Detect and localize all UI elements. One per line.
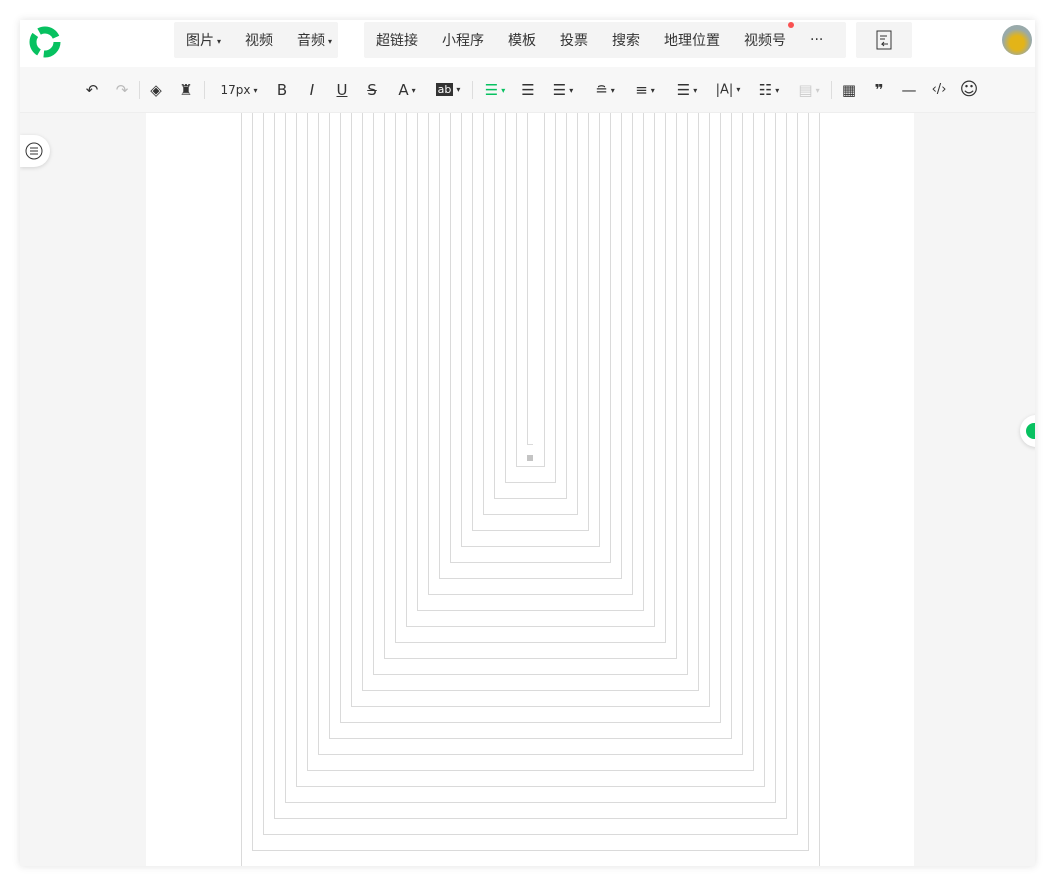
nav-audio[interactable]: 音频 (285, 30, 344, 50)
nav-hyperlink[interactable]: 超链接 (364, 30, 430, 50)
spacing-after-icon[interactable]: ≡ (630, 79, 660, 101)
spacing-before-icon[interactable]: ≘ (590, 79, 620, 101)
nested-block (439, 113, 622, 579)
bold-button[interactable]: B (272, 79, 292, 101)
editor-window: 图片 视频 音频 超链接 小程序 模板 投票 搜索 地理位置 视频号 ··· ↶… (20, 20, 1035, 866)
import-button[interactable] (856, 22, 912, 58)
more-button[interactable]: ··· (798, 32, 835, 48)
code-button[interactable]: ‹/› (926, 79, 952, 101)
justify-icon[interactable]: ☰ (548, 79, 578, 101)
redo-button[interactable]: ↷ (112, 79, 132, 101)
innermost-block (527, 113, 533, 445)
nested-block (263, 113, 798, 835)
nav-vote[interactable]: 投票 (548, 30, 600, 50)
emoji-button[interactable]: ☺ (958, 79, 980, 101)
nested-block (373, 113, 688, 675)
nested-block (461, 113, 600, 547)
font-color-button[interactable]: A (392, 79, 422, 101)
format-painter-icon[interactable]: ♜ (176, 79, 196, 101)
nested-content (241, 113, 820, 866)
nested-block (362, 113, 699, 691)
underline-button[interactable]: U (332, 79, 352, 101)
nested-block (450, 113, 611, 563)
table-button[interactable]: ▦ (838, 79, 860, 101)
nested-block (505, 113, 556, 483)
nested-block (329, 113, 732, 739)
align-center-button[interactable]: ☰ (480, 79, 510, 101)
assistant-toggle[interactable] (1020, 415, 1035, 447)
nested-block (296, 113, 765, 787)
quote-button[interactable]: ❞ (868, 79, 890, 101)
nav-channels[interactable]: 视频号 (732, 22, 798, 50)
nav-video[interactable]: 视频 (233, 30, 285, 50)
divider-button[interactable]: — (898, 79, 920, 101)
line-height-icon[interactable]: ☰ (672, 79, 702, 101)
logo-icon (29, 26, 61, 58)
nav-search[interactable]: 搜索 (600, 30, 652, 50)
undo-button[interactable]: ↶ (82, 79, 102, 101)
list-circle-icon (25, 142, 43, 160)
nested-block (483, 113, 578, 515)
bg-color-button[interactable]: ab (435, 83, 454, 96)
media-group: 图片 视频 音频 (174, 22, 338, 58)
indent-icon[interactable]: ☰ (518, 79, 538, 101)
badge-dot (788, 22, 794, 28)
nested-block (516, 113, 545, 467)
avatar[interactable] (1002, 25, 1032, 55)
float-icon[interactable]: ▤ (794, 79, 824, 101)
nav-template[interactable]: 模板 (496, 30, 548, 50)
cursor-marker (527, 455, 533, 461)
nested-block (252, 113, 809, 851)
nested-block (340, 113, 721, 723)
nav-image[interactable]: 图片 (174, 30, 233, 50)
nested-block (428, 113, 633, 595)
top-bar: 图片 视频 音频 超链接 小程序 模板 投票 搜索 地理位置 视频号 ··· (20, 20, 1035, 67)
strikethrough-button[interactable]: S (362, 79, 382, 101)
nav-channels-label: 视频号 (744, 33, 786, 49)
letter-spacing-button[interactable]: |A| (712, 79, 744, 101)
nested-block (395, 113, 666, 643)
eraser-icon[interactable]: ◈ (146, 79, 166, 101)
font-size-select[interactable]: 17px (214, 79, 264, 101)
nested-block (472, 113, 589, 531)
nested-block (406, 113, 655, 627)
insert-group: 超链接 小程序 模板 投票 搜索 地理位置 视频号 ··· (364, 22, 846, 58)
nav-location[interactable]: 地理位置 (652, 30, 732, 50)
italic-button[interactable]: I (302, 79, 322, 101)
import-doc-icon (876, 30, 892, 50)
assistant-icon (1026, 423, 1035, 439)
list-icon[interactable]: ☷ (754, 79, 784, 101)
nested-block (417, 113, 644, 611)
article-canvas[interactable] (146, 113, 914, 866)
nested-block (307, 113, 754, 771)
nav-miniprogram[interactable]: 小程序 (430, 30, 496, 50)
format-toolbar: ↶ ↷ ◈ ♜ 17px B I U S A ab ☰ ☰ ☰ ≘ ≡ ☰ |A… (20, 67, 1035, 113)
nested-block (241, 113, 820, 866)
nested-block (351, 113, 710, 707)
outline-toggle[interactable] (20, 135, 50, 167)
